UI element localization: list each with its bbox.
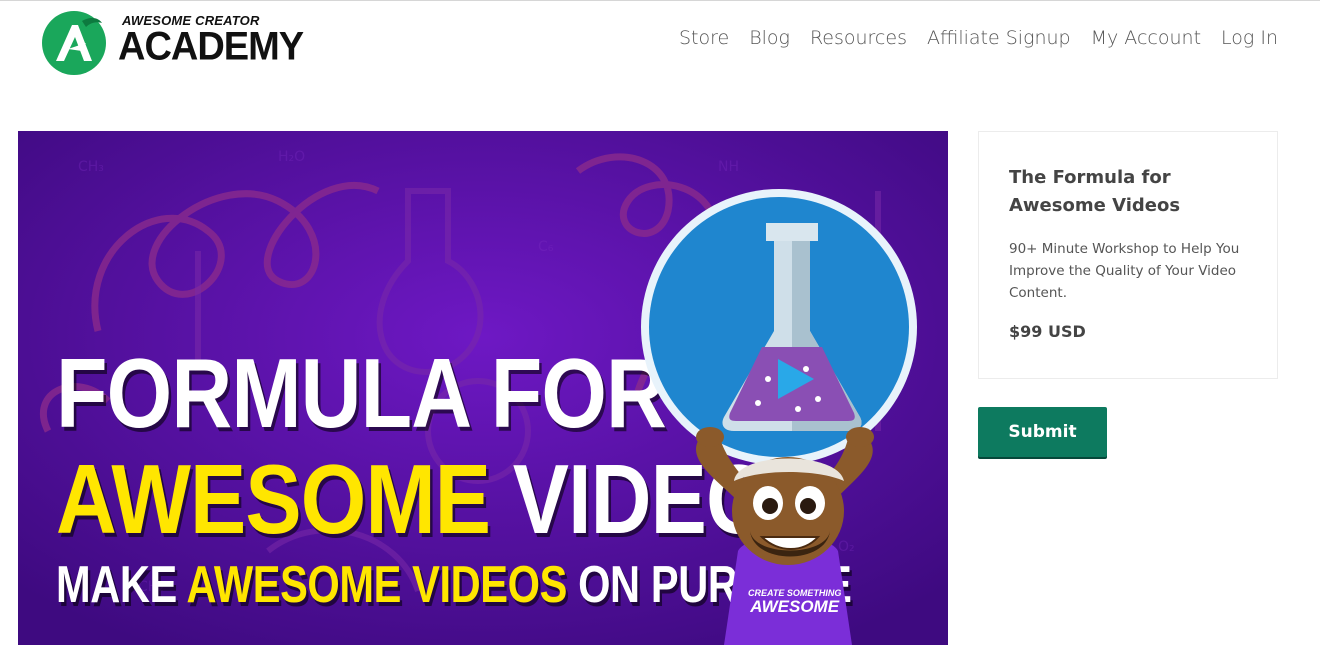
mascot-shirt-text: CREATE SOMETHING AWESOME	[748, 589, 841, 616]
svg-text:CH₃: CH₃	[78, 159, 104, 175]
nav-blog[interactable]: Blog	[749, 27, 790, 49]
nav-my-account[interactable]: My Account	[1091, 27, 1201, 49]
product-description: 90+ Minute Workshop to Help You Improve …	[1009, 241, 1240, 301]
academy-logo-icon	[42, 11, 106, 75]
product-card: The Formula for Awesome Videos 90+ Minut…	[978, 131, 1278, 379]
hero-title-line-1: FORMULA FOR	[56, 338, 667, 448]
main-nav: Store Blog Resources Affiliate Signup My…	[679, 27, 1278, 49]
nav-affiliate-signup[interactable]: Affiliate Signup	[927, 27, 1071, 49]
logo-wordmark: ACADEMY	[118, 25, 304, 70]
hero-subtitle-make: MAKE	[56, 556, 177, 614]
hero-subtitle-highlight: AWESOME VIDEOS	[186, 556, 568, 614]
product-title: The Formula for Awesome Videos	[1009, 167, 1181, 216]
mascot-illustration	[641, 189, 917, 645]
product-price: $99 USD	[1009, 322, 1086, 341]
svg-text:C₆: C₆	[538, 239, 554, 255]
nav-resources[interactable]: Resources	[810, 27, 907, 49]
svg-text:H₂O: H₂O	[278, 149, 305, 165]
nav-store[interactable]: Store	[679, 27, 729, 49]
submit-button[interactable]: Submit	[978, 407, 1107, 457]
product-hero-image: CH₃ H₂O C₆ NH CH₂ O₂ FORMULA FOR AWESOME VID…	[18, 131, 948, 645]
hero-title-highlight: AWESOME	[56, 444, 491, 554]
svg-text:NH: NH	[718, 159, 739, 175]
nav-log-in[interactable]: Log In	[1221, 27, 1278, 49]
site-logo[interactable]: AWESOME CREATOR ACADEMY	[42, 11, 304, 75]
shirt-line-2: AWESOME	[750, 597, 840, 616]
